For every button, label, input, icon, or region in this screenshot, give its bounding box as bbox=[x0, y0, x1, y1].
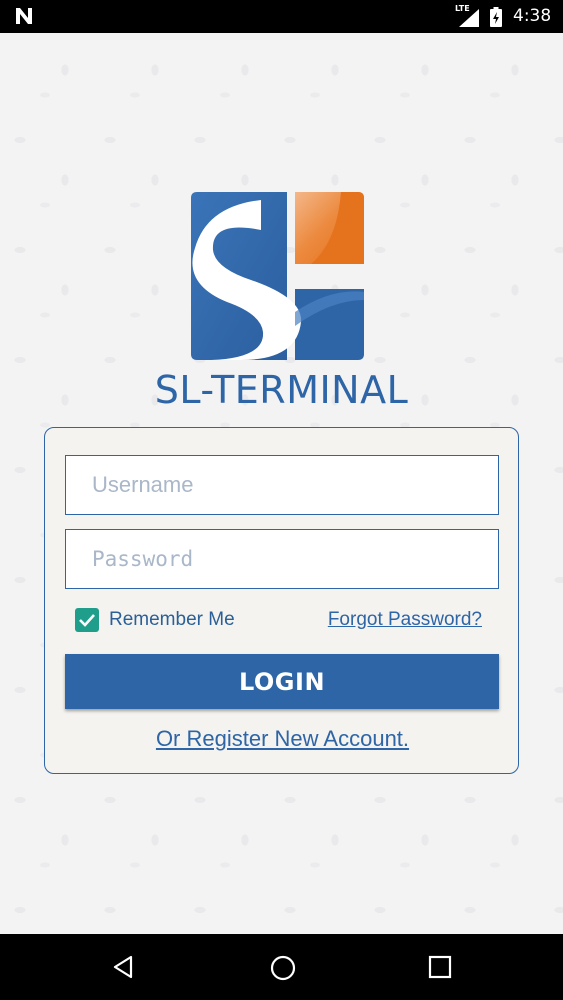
forgot-password-link[interactable]: Forgot Password? bbox=[328, 609, 482, 631]
remember-me-label: Remember Me bbox=[109, 609, 235, 630]
battery-icon bbox=[490, 7, 502, 31]
signal-icon bbox=[458, 8, 480, 32]
back-button[interactable] bbox=[84, 934, 164, 1000]
status-bar: LTE 4:38 bbox=[0, 0, 563, 33]
remember-me-checkbox[interactable] bbox=[75, 608, 99, 632]
login-card: Remember Me Forgot Password? LOGIN Or Re… bbox=[44, 427, 519, 774]
login-button[interactable]: LOGIN bbox=[65, 654, 499, 709]
n-notification-icon bbox=[14, 7, 34, 29]
back-icon bbox=[113, 955, 133, 979]
check-icon bbox=[79, 614, 95, 627]
recents-icon bbox=[428, 955, 452, 979]
navigation-bar bbox=[0, 934, 563, 1000]
home-button[interactable] bbox=[242, 934, 322, 1000]
brand-name: SL-TERMINAL bbox=[154, 368, 409, 412]
password-input[interactable] bbox=[65, 529, 499, 589]
sl-logo bbox=[191, 192, 364, 360]
status-time: 4:38 bbox=[513, 6, 552, 26]
username-input[interactable] bbox=[65, 455, 499, 515]
home-icon bbox=[270, 955, 296, 981]
remember-me-toggle[interactable]: Remember Me bbox=[75, 608, 235, 632]
recents-button[interactable] bbox=[400, 934, 480, 1000]
register-link[interactable]: Or Register New Account. bbox=[45, 726, 520, 752]
